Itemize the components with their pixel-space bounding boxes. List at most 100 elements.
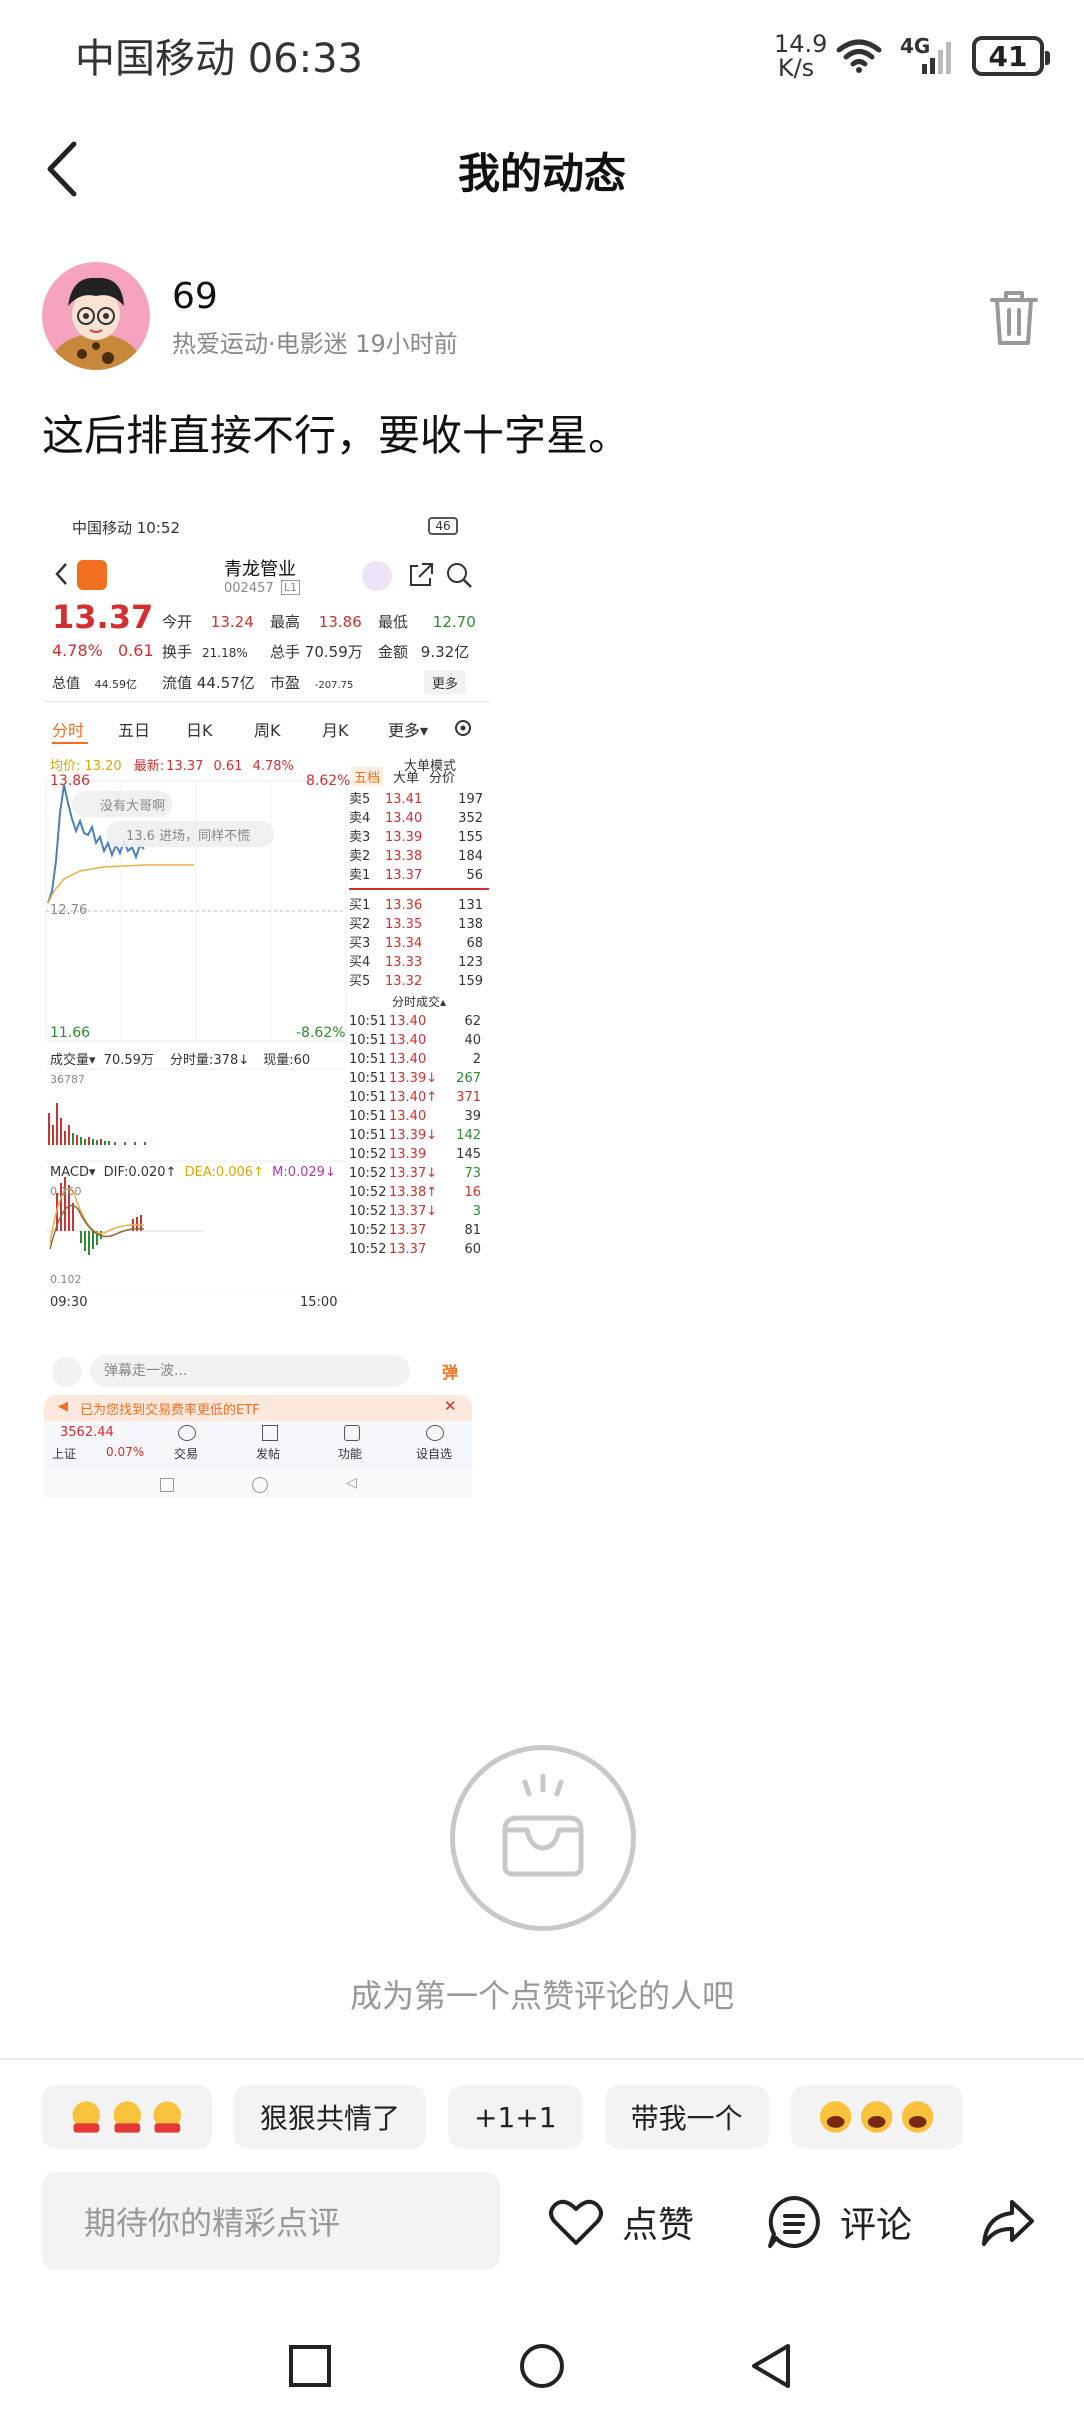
label-total-mv: 总值	[52, 676, 80, 692]
tab-monthly-k: 月K	[322, 721, 349, 740]
quick-reply-plus-one[interactable]: +1+1	[448, 2085, 583, 2149]
quick-reply-take-me[interactable]: 带我一个	[604, 2085, 769, 2149]
comment-button[interactable]: 评论	[766, 2190, 912, 2254]
trade-row-cell: 145	[456, 1147, 481, 1162]
ask-row: 卖2 13.38 184	[349, 847, 489, 866]
nav-post: 发帖	[256, 1447, 281, 1461]
stock-level: L1	[281, 580, 301, 595]
trades-title: 分时成交▴	[391, 995, 447, 1009]
trade-row: 10:52 13.37 81	[349, 1221, 489, 1240]
battery-icon: 41	[972, 36, 1050, 76]
bid-row-cell: 131	[458, 898, 483, 913]
bid-row: 买1 13.36 131	[349, 896, 489, 915]
avatar[interactable]	[42, 262, 150, 370]
price: 13.37	[52, 598, 154, 636]
danmu-bar: 弹幕走一波... 弹	[52, 1351, 472, 1391]
value-high: 13.86	[318, 613, 362, 631]
quick-reply-empathy[interactable]: 狠狠共情了	[234, 2085, 427, 2149]
latest-change: 0.61	[213, 759, 243, 774]
trade-row-cell: 267	[456, 1071, 481, 1086]
trade-row: 10:51 13.40↑ 371	[349, 1088, 489, 1107]
home-icon[interactable]	[518, 2342, 566, 2390]
trade-row-cell: 10:51	[349, 1128, 387, 1143]
volume-max: 36787	[50, 1073, 85, 1086]
laughing-face-icon	[819, 2101, 851, 2133]
trade-row-cell: 3	[472, 1204, 481, 1219]
label-high: 最高	[270, 613, 301, 631]
ask-row-cell: 155	[458, 830, 483, 845]
trade-row-cell: 10:52	[349, 1223, 387, 1238]
comment-bar: 期待你的精彩点评 点赞 评论	[0, 2172, 1084, 2272]
comment-input[interactable]: 期待你的精彩点评	[42, 2172, 500, 2270]
back-nav-icon[interactable]	[748, 2342, 796, 2390]
avg-label: 均价:	[50, 759, 81, 774]
image-back-icon	[55, 563, 67, 585]
etf-banner: ◀ 已为您找到交易费率更低的ETF ✕	[44, 1395, 472, 1421]
more-button: 更多	[424, 671, 467, 694]
trade-row-cell: 13.40	[389, 1109, 427, 1124]
share-icon[interactable]	[980, 2190, 1036, 2254]
page-title: 我的动态	[457, 149, 626, 198]
bid-row-cell: 13.35	[385, 917, 423, 932]
trade-row-cell: 142	[456, 1128, 481, 1143]
ask-row-cell: 卖4	[349, 811, 371, 826]
image-recents-icon	[160, 1478, 174, 1492]
order-tab-5: 五档	[351, 767, 384, 786]
trash-icon[interactable]	[986, 288, 1042, 348]
avg-value: 13.20	[84, 759, 122, 774]
post-text: 这后排直接不行，要收十字星。	[42, 411, 631, 460]
trade-row: 10:52 13.37↓ 3	[349, 1202, 489, 1221]
ask-row: 卖1 13.37 56	[349, 866, 489, 885]
trade-row-cell: 10:51	[349, 1052, 387, 1067]
value-total-mv: 44.59亿	[94, 678, 137, 691]
author-name[interactable]: 69	[172, 276, 218, 317]
ask-row-cell: 13.38	[385, 849, 423, 864]
emoji-chip-money[interactable]	[42, 2085, 212, 2149]
trade-row-cell: 62	[464, 1014, 481, 1029]
tab-5day: 五日	[118, 721, 151, 740]
danmu-button: 弹	[442, 1363, 459, 1382]
recents-icon[interactable]	[288, 2344, 332, 2388]
trade-row: 10:51 13.40 39	[349, 1107, 489, 1126]
bid-row: 买3 13.34 68	[349, 934, 489, 953]
ask-row-cell: 13.37	[385, 868, 423, 883]
macd-bottom: 0.102	[50, 1273, 82, 1286]
trade-row-cell: 13.39↓	[389, 1071, 438, 1086]
net-speed-value: 14.9	[774, 30, 828, 58]
ask-row-cell: 352	[458, 811, 483, 826]
emoji-chip-laugh[interactable]	[790, 2085, 963, 2149]
now-volume: 现量:60	[263, 1053, 311, 1068]
bid-row-cell: 138	[458, 917, 483, 932]
trade-icon	[178, 1425, 196, 1441]
trade-row-cell: 13.38↑	[389, 1185, 438, 1200]
like-button[interactable]: 点赞	[548, 2190, 694, 2254]
label-pe: 市盈	[270, 674, 301, 692]
trade-row-cell: 40	[464, 1033, 481, 1048]
macd-m: M:0.029↓	[272, 1165, 336, 1180]
trade-row-cell: 371	[456, 1090, 481, 1105]
comment-icon	[768, 2196, 820, 2248]
trade-row: 10:52 13.38↑ 16	[349, 1183, 489, 1202]
empty-state: 成为第一个点赞评论的人吧	[0, 1745, 1084, 2035]
trade-row-cell: 10:52	[349, 1185, 387, 1200]
label-volume-total: 总手	[270, 643, 301, 661]
trade-row-cell: 13.37	[389, 1223, 427, 1238]
label-low: 最低	[378, 613, 409, 631]
nav-trade: 交易	[174, 1447, 199, 1461]
money-face-icon	[72, 2101, 101, 2133]
trade-row-cell: 10:52	[349, 1242, 387, 1257]
order-book: 五档 大单 分价 卖5 13.41 197 卖4 13.40 352 卖3 13.39 155 卖…	[349, 767, 489, 1259]
trades-list: 10:51 13.40 62 10:51 13.40 40 10:51 13.40 2 10:51…	[349, 1012, 489, 1259]
value-turnover: 21.18%	[202, 646, 248, 660]
macd-top: 0.160	[50, 1185, 82, 1198]
ask-row: 卖3 13.39 155	[349, 828, 489, 847]
heart-icon	[549, 2199, 603, 2245]
danmu-bubble-2: 13.6 进场，同样不慌	[126, 829, 251, 844]
post-icon	[262, 1425, 278, 1441]
post-image[interactable]: 中国移动 10:52 46 青龙管业 002457 L1 13.37 4.78%…	[44, 505, 490, 1498]
trade-row: 10:51 13.40 62	[349, 1012, 489, 1031]
ask-row-cell: 卖5	[349, 792, 371, 807]
trade-row-cell: 73	[464, 1166, 481, 1181]
app-logo	[77, 560, 107, 590]
nav-bar: 我的动态	[0, 110, 1084, 230]
